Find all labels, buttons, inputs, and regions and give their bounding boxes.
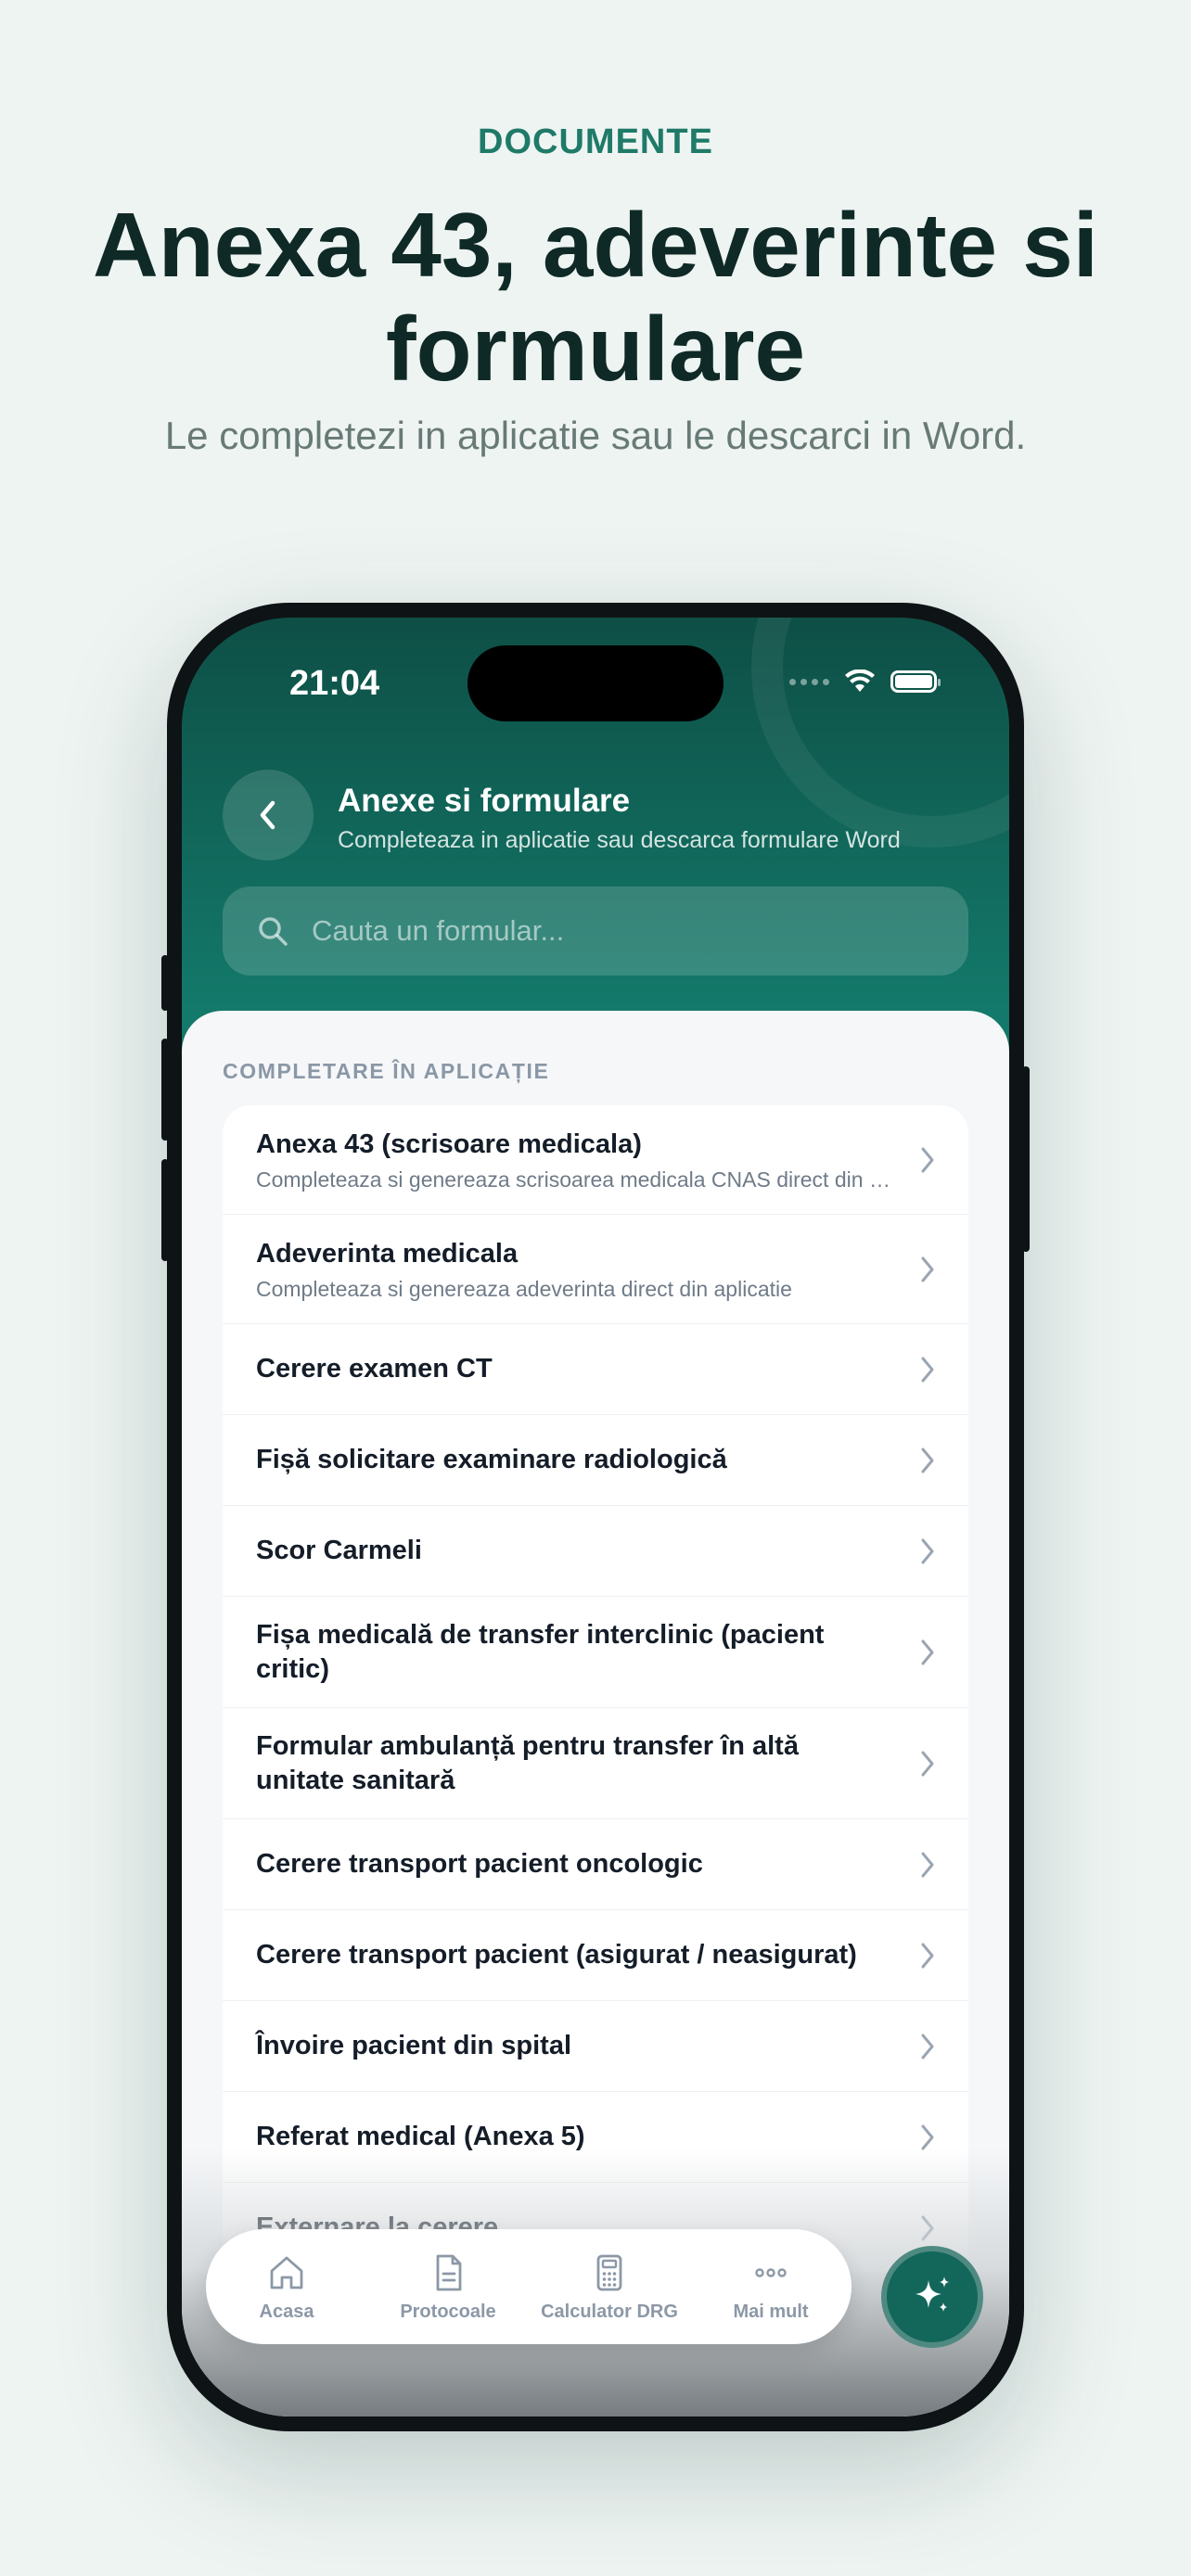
promo-headline: Anexa 43, adeverinte si formulare [92, 194, 1099, 400]
list-item-transfer-interclinic[interactable]: Fișa medicală de transfer interclinic (p… [223, 1597, 968, 1708]
list-item-anexa-43[interactable]: Anexa 43 (scrisoare medicala) Completeaz… [223, 1105, 968, 1215]
tab-label: Protocoale [400, 2301, 496, 2322]
forms-list: Anexa 43 (scrisoare medicala) Completeaz… [223, 1105, 968, 2274]
more-icon [755, 2267, 787, 2277]
tab-label: Calculator DRG [541, 2301, 678, 2322]
list-item-title: Cerere transport pacient oncologic [256, 1849, 703, 1879]
list-item-cerere-examen-ct[interactable]: Cerere examen CT [223, 1324, 968, 1415]
chevron-right-icon [921, 1447, 934, 1473]
app-screen: 21:04 Anexe si formulare Completeaza in … [182, 618, 1009, 2417]
search-input[interactable] [310, 913, 963, 949]
phone-side-button [161, 955, 169, 1011]
chevron-right-icon [921, 2124, 934, 2149]
status-icons [789, 670, 941, 694]
document-icon [436, 2254, 462, 2290]
tab-label: Mai mult [733, 2301, 809, 2322]
tab-calculator-drg[interactable]: Calculator DRG [529, 2229, 690, 2344]
tab-bar: Acasa Protocoale Calculator DRG Mai mult [206, 2229, 852, 2344]
battery-icon [890, 670, 941, 693]
list-item-transport-pacient[interactable]: Cerere transport pacient (asigurat / nea… [223, 1910, 968, 2001]
list-item-referat-medical[interactable]: Referat medical (Anexa 5) [223, 2092, 968, 2183]
tab-acasa[interactable]: Acasa [206, 2229, 367, 2344]
list-item-title: Anexa 43 (scrisoare medicala) [256, 1129, 642, 1159]
page-subtitle: Completeaza in aplicatie sau descarca fo… [338, 827, 901, 853]
list-item-title: Cerere examen CT [256, 1354, 493, 1384]
chevron-right-icon [921, 1147, 934, 1172]
list-item-title: Fișă solicitare examinare radiologică [256, 1445, 727, 1474]
section-label: COMPLETARE ÎN APLICAȚIE [223, 1059, 550, 1083]
list-item-transport-oncologic[interactable]: Cerere transport pacient oncologic [223, 1819, 968, 1910]
list-item-title: Cerere transport pacient (asigurat / nea… [256, 1940, 857, 1970]
chevron-right-icon [921, 1639, 934, 1664]
content-sheet: COMPLETARE ÎN APLICAȚIE Anexa 43 (scriso… [182, 1011, 1009, 2417]
tab-label: Acasa [259, 2301, 314, 2322]
list-item-title: Învoire pacient din spital [256, 2031, 572, 2060]
list-item-title: Adeverinta medicala [256, 1238, 519, 1269]
sparkles-icon [916, 2276, 949, 2312]
list-item-invoire-pacient[interactable]: Învoire pacient din spital [223, 2001, 968, 2092]
list-item-description: Completeaza si genereaza scrisoarea medi… [256, 1167, 894, 1192]
phone-volume-down [161, 1159, 169, 1261]
list-item-title: Fișa medicală de transfer interclinic (p… [256, 1619, 825, 1684]
chevron-right-icon [921, 1538, 934, 1563]
list-item-formular-ambulanta[interactable]: Formular ambulanță pentru transfer în al… [223, 1708, 968, 1819]
header-decoration [751, 618, 1009, 848]
chevron-right-icon [921, 1256, 934, 1282]
status-time: 21:04 [289, 664, 380, 703]
promo-subhead: Le completezi in aplicatie sau le descar… [164, 414, 1027, 457]
list-item-scor-carmeli[interactable]: Scor Carmeli [223, 1506, 968, 1597]
phone-volume-up [161, 1039, 169, 1141]
phone-power-button [1022, 1066, 1030, 1252]
list-item-title: Referat medical (Anexa 5) [256, 2122, 585, 2151]
search-bar[interactable] [223, 886, 968, 976]
calculator-icon [596, 2254, 622, 2290]
list-item-title: Scor Carmeli [256, 1536, 422, 1565]
ai-assistant-button[interactable] [881, 2246, 983, 2348]
chevron-right-icon [921, 1852, 934, 1877]
tab-protocoale[interactable]: Protocoale [367, 2229, 529, 2344]
chevron-right-icon [921, 1943, 934, 1968]
search-icon [259, 917, 288, 946]
tab-mai-mult[interactable]: Mai mult [690, 2229, 852, 2344]
phone-frame: 21:04 Anexe si formulare Completeaza in … [161, 603, 1030, 2431]
home-icon [270, 2256, 303, 2289]
chevron-right-icon [921, 1357, 934, 1382]
wifi-icon [845, 670, 875, 692]
list-item-description: Completeaza si genereaza adeverinta dire… [256, 1276, 792, 1301]
page-title: Anexe si formulare [338, 783, 631, 819]
cellular-signal-icon [789, 678, 829, 685]
list-item-fisa-radiologica[interactable]: Fișă solicitare examinare radiologică [223, 1415, 968, 1506]
list-item-title: Formular ambulanță pentru transfer în al… [256, 1730, 799, 1795]
dynamic-island [467, 645, 724, 721]
promo-eyebrow: DOCUMENTE [478, 122, 713, 161]
list-item-adeverinta-medicala[interactable]: Adeverinta medicala Completeaza si gener… [223, 1215, 968, 1324]
chevron-left-icon [260, 800, 275, 830]
back-button[interactable] [223, 770, 314, 861]
chevron-right-icon [921, 1751, 934, 1776]
chevron-right-icon [921, 2215, 934, 2240]
chevron-right-icon [921, 2034, 934, 2059]
